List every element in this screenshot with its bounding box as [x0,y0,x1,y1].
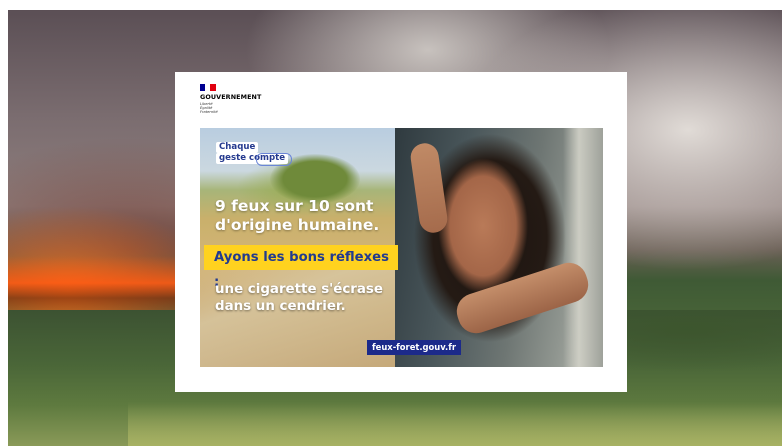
campaign-card: GOUVERNEMENT Liberté Égalité Fraternité … [175,72,627,392]
poster-headline: 9 feux sur 10 sont d'origine humaine. [215,197,380,234]
speech-bubble-outline [256,153,292,166]
website-url: feux-foret.gouv.fr [367,340,461,355]
french-flag-icon [200,84,216,91]
field [128,402,782,446]
chaque-geste-compte-badge: Chaque geste compte [216,142,292,166]
government-title: GOUVERNEMENT [200,93,262,101]
campaign-poster: Chaque geste compte 9 feux sur 10 sont d… [200,128,603,367]
highlight-banner: Ayons les bons réflexes : [204,245,398,290]
badge-line1: Chaque [216,142,259,153]
government-motto: Liberté Égalité Fraternité [200,102,218,114]
screenshot-frame: GOUVERNEMENT Liberté Égalité Fraternité … [0,0,782,446]
fire-flames [8,256,183,316]
government-logo: GOUVERNEMENT Liberté Égalité Fraternité [200,84,320,124]
car-window-frame [563,128,603,367]
poster-message: une cigarette s'écrase dans un cendrier. [215,282,383,314]
